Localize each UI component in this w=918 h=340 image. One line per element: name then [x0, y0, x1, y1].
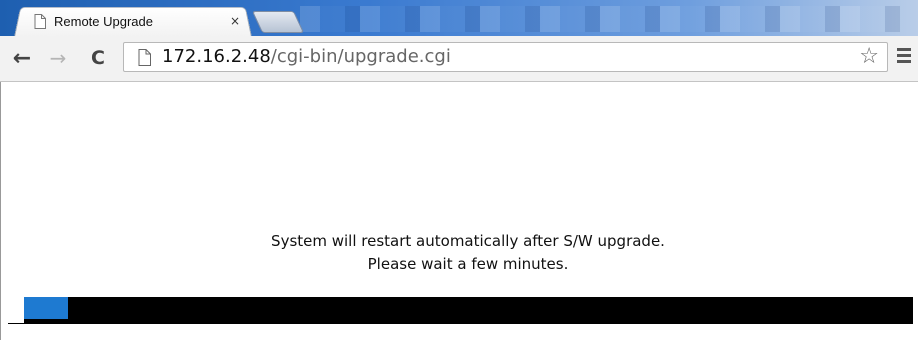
page-icon: [138, 49, 151, 66]
message-line-2: Please wait a few minutes.: [367, 255, 569, 273]
reload-icon[interactable]: C: [86, 45, 110, 71]
tab-title: Remote Upgrade: [54, 13, 153, 29]
frame-edge: [0, 82, 9, 340]
forward-arrow-icon[interactable]: →: [46, 45, 70, 71]
new-tab-button[interactable]: [251, 11, 305, 33]
progress-bar: [24, 297, 913, 323]
url-host: 172.16.2.48: [162, 46, 271, 67]
browser-toolbar: ← → C 172.16.2.48/cgi-bin/upgrade.cgi ☆: [0, 36, 918, 82]
frame-bottom-line: [8, 323, 913, 324]
browser-window: Remote Upgrade × ← → C 172.16.2.48/cgi-b…: [0, 0, 918, 340]
page-content: System will restart automatically after …: [0, 82, 918, 340]
url-text[interactable]: 172.16.2.48/cgi-bin/upgrade.cgi: [162, 46, 451, 67]
address-bar[interactable]: 172.16.2.48/cgi-bin/upgrade.cgi ☆: [123, 42, 888, 72]
back-arrow-icon[interactable]: ←: [10, 45, 34, 71]
url-path: /cgi-bin/upgrade.cgi: [270, 46, 451, 67]
star-icon[interactable]: ☆: [859, 44, 879, 69]
hamburger-menu-icon[interactable]: [897, 48, 913, 64]
desktop-background: [300, 6, 900, 32]
tab-strip: Remote Upgrade ×: [0, 0, 918, 36]
tab-close-icon[interactable]: ×: [228, 14, 242, 28]
tab-content[interactable]: Remote Upgrade ×: [28, 9, 246, 33]
message-line-1: System will restart automatically after …: [271, 232, 665, 250]
page-icon: [34, 13, 46, 29]
upgrade-message: System will restart automatically after …: [0, 230, 918, 276]
progress-fill: [24, 297, 68, 319]
